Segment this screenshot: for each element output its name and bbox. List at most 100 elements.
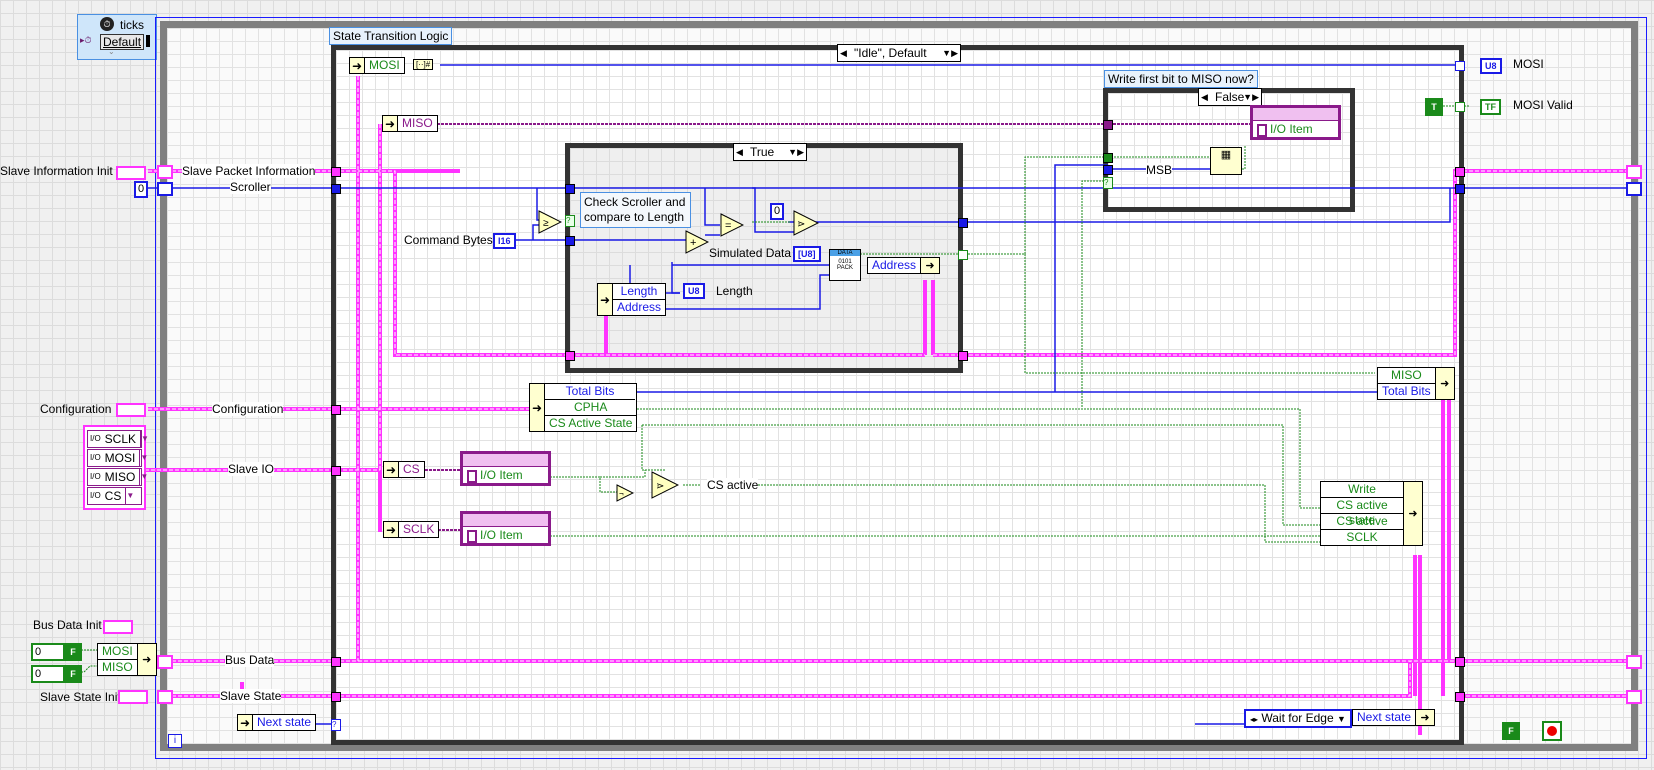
stop-terminal-icon[interactable] xyxy=(1542,721,1562,741)
command-bytes-label: Command Bytes xyxy=(404,233,493,247)
next-state-unbundle[interactable]: ➜ Next state xyxy=(237,714,317,731)
info-icon[interactable]: i xyxy=(168,734,182,748)
simulated-data-terminal[interactable]: [U8] xyxy=(793,246,821,262)
timing-source[interactable]: Default xyxy=(100,34,145,50)
io-item-mosi[interactable]: I/O MOSI ▼ xyxy=(87,449,148,467)
case-selector[interactable]: ◀ "Idle", Default ▼▶ xyxy=(837,44,961,62)
shift-register-right-scroller[interactable] xyxy=(1626,182,1642,196)
cs-active-label: CS active xyxy=(707,478,759,492)
svg-text:=: = xyxy=(725,220,731,232)
zero-constant[interactable]: 0 xyxy=(770,203,785,220)
bundle-field-miso: MISO xyxy=(102,660,133,674)
tunnel-miso-io xyxy=(1103,120,1113,130)
bool-to-number-icon: [··]# xyxy=(413,59,434,70)
add-node[interactable]: + xyxy=(685,230,709,254)
slave-info-init-terminal[interactable] xyxy=(116,166,146,180)
bus-data-init-terminal[interactable] xyxy=(103,620,133,634)
mosi-unbundle[interactable]: ➜ MOSI xyxy=(349,57,405,74)
mosi-field: MOSI xyxy=(369,58,400,72)
io-array-control[interactable]: I/O SCLK ▼ I/O MOSI ▼ I/O MISO ▼ I/O CS ▼ xyxy=(83,425,149,510)
scroller-init-constant[interactable]: 0 xyxy=(134,181,149,198)
tunnel-bus-in xyxy=(331,657,341,667)
enum-value: Wait for Edge xyxy=(1261,711,1334,725)
bundle-arrow-icon: ➜ xyxy=(1415,710,1435,725)
next-state-bundle[interactable]: Next state ➜ xyxy=(1352,709,1436,726)
cs-unbundle[interactable]: ➜ CS xyxy=(383,461,425,478)
prev-case-icon[interactable]: ◀ xyxy=(736,144,743,160)
state-fields-bundle[interactable]: Write CS active state CS active SCLK ➜ xyxy=(1320,481,1423,546)
bundle-field-total-bits: Total Bits xyxy=(1382,384,1431,398)
tunnel-inner-packet xyxy=(565,351,575,361)
simulated-data-label: Simulated Data xyxy=(709,246,792,260)
miso-field: MISO xyxy=(402,116,433,130)
mosi-numeric-constant[interactable]: 0 xyxy=(31,643,65,661)
configuration-terminal[interactable] xyxy=(116,403,146,417)
not-node[interactable]: ¬ xyxy=(616,484,634,502)
sclk-unbundle[interactable]: ➜ SCLK xyxy=(383,521,440,538)
case-dropdown-icon[interactable]: ▼▶ xyxy=(942,45,958,61)
check-scroller-comment: Check Scroller and compare to Length xyxy=(580,192,691,228)
equal-node[interactable]: = xyxy=(720,213,744,237)
io-item-sclk[interactable]: I/O SCLK ▼ xyxy=(87,430,149,448)
mosi-output-terminal[interactable]: U8 xyxy=(1480,58,1502,74)
shift-register-right-state[interactable] xyxy=(1626,690,1642,704)
cs-field: CS xyxy=(403,462,420,476)
unbundle-arrow-icon: ➜ xyxy=(350,58,365,73)
address-field: Address xyxy=(617,300,662,314)
unbundle-arrow-icon: ➜ xyxy=(530,384,545,431)
cs-io-item-node[interactable]: I/O Item xyxy=(460,451,551,486)
svg-text:¬: ¬ xyxy=(619,489,624,498)
cs-select-node[interactable]: ⋗ xyxy=(651,471,679,499)
svg-text:+: + xyxy=(690,237,696,249)
miso-unbundle[interactable]: ➜ MISO xyxy=(382,115,438,132)
shift-register-left-bus[interactable] xyxy=(157,655,173,669)
shift-register-left-state[interactable] xyxy=(157,690,173,704)
bus-data-label: Bus Data xyxy=(225,653,275,667)
miso-case-selector[interactable]: ◀ False ▼▶ xyxy=(1198,88,1262,106)
shift-register-left-packet[interactable] xyxy=(157,165,173,179)
miso-numeric-constant[interactable]: 0 xyxy=(31,665,65,683)
bus-data-bundle[interactable]: MOSI MISO ➜ xyxy=(97,643,157,676)
shift-register-right-bus[interactable] xyxy=(1626,655,1642,669)
tunnel-inner-out-scroll xyxy=(958,218,968,228)
case-dropdown-icon[interactable]: ▼▶ xyxy=(1243,89,1259,105)
tunnel-inner-scroller xyxy=(565,184,575,194)
select-node[interactable]: ⋗ xyxy=(793,210,819,236)
dropdown-icon[interactable]: ▼ xyxy=(1337,714,1346,724)
miso-io-item-node[interactable]: I/O Item xyxy=(1250,105,1341,140)
prev-case-icon[interactable]: ◀ xyxy=(1201,89,1208,105)
configuration-unbundle[interactable]: ➜ Total Bits CPHA CS Active State xyxy=(529,383,638,432)
command-bytes-terminal[interactable]: I16 xyxy=(493,233,516,249)
mosi-bool-constant[interactable]: F xyxy=(64,643,82,661)
io-item-cs[interactable]: I/O CS ▼ xyxy=(87,487,142,505)
enum-arrows-icon: ◂▸ xyxy=(1250,715,1259,724)
ticks-label: ticks xyxy=(120,18,144,32)
shift-register-left-scroller[interactable] xyxy=(157,182,173,196)
length-address-unbundle[interactable]: ➜ Length Address xyxy=(597,283,667,316)
tunnel-scroller-in xyxy=(331,184,341,194)
wait-for-edge-enum[interactable]: ◂▸ Wait for Edge ▼ xyxy=(1244,709,1352,728)
data-pack-node[interactable]: DATA 0101 PACK xyxy=(829,249,861,281)
index-array-node[interactable]: ▦ xyxy=(1210,147,1242,175)
slave-state-init-terminal[interactable] xyxy=(118,690,148,704)
length-indicator-terminal[interactable]: U8 xyxy=(683,283,705,299)
greater-equal-node[interactable]: ≥ xyxy=(538,210,562,234)
timing-term xyxy=(146,35,150,47)
shift-register-right-packet[interactable] xyxy=(1626,165,1642,179)
miso-totalbits-bundle[interactable]: MISO Total Bits ➜ xyxy=(1377,367,1455,400)
bundle-field-miso: MISO xyxy=(1378,368,1435,384)
inner-case-selector[interactable]: ◀ True ▼▶ xyxy=(733,143,807,161)
io-item-miso[interactable]: I/O MISO ▼ xyxy=(87,468,148,486)
expand-chevron-icon[interactable]: ⌄ xyxy=(108,47,115,56)
miso-bool-constant[interactable]: F xyxy=(64,665,82,683)
case-dropdown-icon[interactable]: ▼▶ xyxy=(788,144,804,160)
true-constant[interactable]: T xyxy=(1425,98,1443,116)
prev-case-icon[interactable]: ◀ xyxy=(840,45,847,61)
stop-false-constant[interactable]: F xyxy=(1502,722,1520,740)
mosi-valid-terminal[interactable]: TF xyxy=(1480,99,1501,115)
cpha-field: CPHA xyxy=(545,400,637,416)
sclk-io-item-node[interactable]: I/O Item xyxy=(460,511,551,546)
timed-loop-header[interactable]: ⏱ ticks ▸⏱ Default ⌄ xyxy=(77,14,157,60)
address-field: Address xyxy=(872,258,917,272)
address-bundle[interactable]: Address ➜ xyxy=(867,257,941,274)
